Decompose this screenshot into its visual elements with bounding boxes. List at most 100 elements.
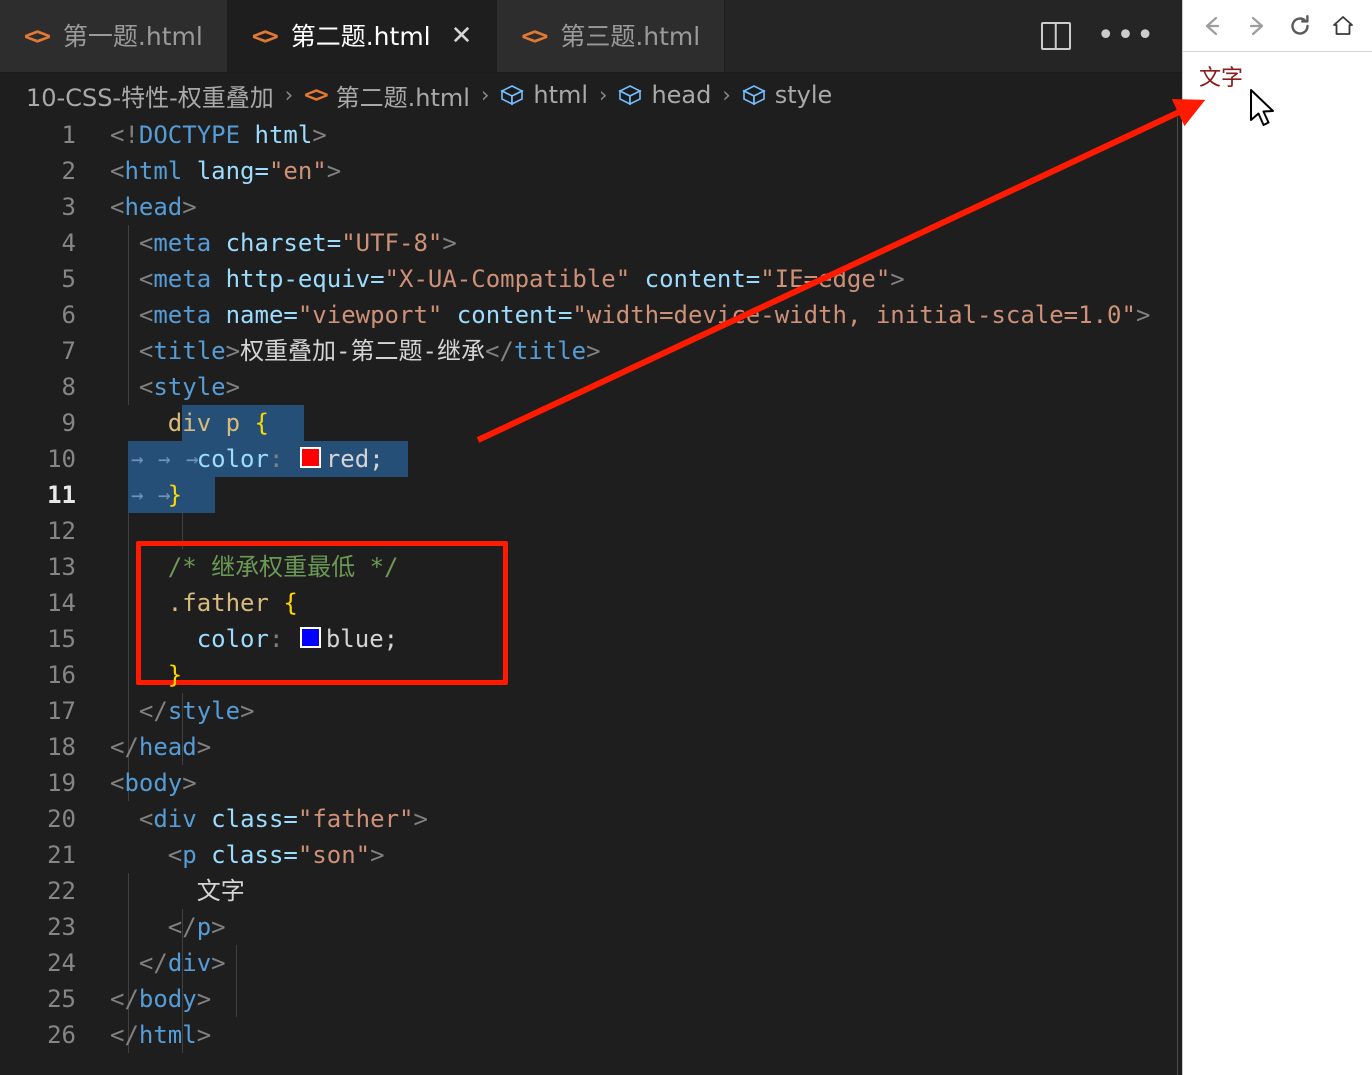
reload-icon[interactable] <box>1285 11 1315 41</box>
code-line[interactable]: 7 <title>权重叠加-第二题-继承</title> <box>0 333 1182 369</box>
line-number: 19 <box>47 769 76 797</box>
preview-paragraph-text: 文字 <box>1199 66 1244 91</box>
code-line[interactable]: 13 /* 继承权重最低 */ <box>0 549 1182 585</box>
tab-third-question[interactable]: <> 第三题.html <box>497 0 726 72</box>
symbol-cube-icon <box>741 84 766 106</box>
token-tag: style <box>167 697 241 725</box>
code-line[interactable]: 24 </div> <box>0 945 1182 981</box>
code-line[interactable]: 9 div p { <box>0 405 1182 441</box>
breadcrumb-item-folder[interactable]: 10-CSS-特性-权重叠加 <box>26 78 274 113</box>
breadcrumb-item-html[interactable]: html <box>500 81 588 109</box>
code-line[interactable]: 22 文字 <box>0 873 1182 909</box>
line-number: 7 <box>61 337 76 365</box>
symbol-cube-icon <box>500 84 525 106</box>
forward-icon[interactable] <box>1241 11 1271 41</box>
token-punc: </ <box>110 1021 139 1049</box>
tab-label: 第三题.html <box>560 21 701 51</box>
code-line[interactable]: 17 </style> <box>0 693 1182 729</box>
code-line[interactable]: 5 <meta http-equiv="X-UA-Compatible" con… <box>0 261 1182 297</box>
token-selector: div p <box>167 409 241 437</box>
token-tag: p <box>196 913 212 941</box>
token-string: "width=device-width, initial-scale=1.0" <box>572 301 1136 329</box>
code-line[interactable]: 2 <html lang="en"> <box>0 153 1182 189</box>
code-line[interactable]: 21 <p class="son"> <box>0 837 1182 873</box>
token-punc: > <box>312 121 327 149</box>
code-line[interactable]: 6 <meta name="viewport" content="width=d… <box>0 297 1182 333</box>
token-tag: body <box>124 769 183 797</box>
code-line[interactable]: 4 <meta charset="UTF-8"> <box>0 225 1182 261</box>
token-property: color <box>196 445 269 473</box>
token-attr: lang= <box>182 157 269 185</box>
code-line[interactable]: 14 .father { <box>0 585 1182 621</box>
code-line[interactable]: 19 <body> <box>0 765 1182 801</box>
token-punc: > <box>225 373 241 401</box>
html-code-icon: <> <box>521 22 548 50</box>
breadcrumb-item-head[interactable]: head <box>618 81 711 109</box>
token-punc: > <box>182 769 197 797</box>
token-attr: http-equiv= <box>211 265 385 293</box>
token-punc: > <box>413 805 428 833</box>
token-punc: > <box>586 337 601 365</box>
breadcrumb-label: head <box>651 81 712 109</box>
color-swatch-blue[interactable] <box>299 627 321 648</box>
line-number: 1 <box>61 121 76 149</box>
back-icon[interactable] <box>1198 11 1228 41</box>
token-punc: </ <box>138 697 168 725</box>
code-line[interactable]: 10 color: red; <box>0 441 1182 477</box>
home-icon[interactable] <box>1328 11 1358 41</box>
token-tag: div <box>153 805 197 833</box>
line-number: 8 <box>61 373 76 401</box>
token-tag: title <box>513 337 587 365</box>
breadcrumb-item-file[interactable]: <> 第二题.html <box>304 78 470 113</box>
token-punc: </ <box>110 733 139 761</box>
code-editor[interactable]: → → → → → 1 <!DOCTYPE html> 2 <html lang… <box>0 117 1182 1075</box>
line-content: <style> <box>92 369 1182 405</box>
more-actions-icon[interactable]: ••• <box>1097 21 1156 51</box>
token-text: 文字 <box>196 877 245 905</box>
breadcrumb-item-style[interactable]: style <box>741 81 832 109</box>
browser-toolbar <box>1183 0 1372 52</box>
token-string: "father" <box>297 805 414 833</box>
code-line[interactable]: 8 <style> <box>0 369 1182 405</box>
token-tag: style <box>153 373 226 401</box>
code-line[interactable]: 3 <head> <box>0 189 1182 225</box>
code-line[interactable]: 1 <!DOCTYPE html> <box>0 117 1182 153</box>
token-punc: < <box>110 157 125 185</box>
code-line[interactable]: 16 } <box>0 657 1182 693</box>
line-number: 6 <box>61 301 76 329</box>
code-line-current[interactable]: 11 } <box>0 477 1182 513</box>
token-punc: < <box>167 841 183 869</box>
line-number: 10 <box>47 445 76 473</box>
token-string: "UTF-8" <box>341 229 443 257</box>
line-number: 12 <box>47 517 76 545</box>
code-line[interactable]: 15 color: blue; <box>0 621 1182 657</box>
token-punc: > <box>370 841 385 869</box>
line-content: } <box>92 657 1182 693</box>
line-number: 24 <box>47 949 76 977</box>
code-line[interactable]: 25 </body> <box>0 981 1182 1017</box>
code-line[interactable]: 12 <box>0 513 1182 549</box>
close-icon[interactable]: ✕ <box>451 23 473 49</box>
line-number: 18 <box>47 733 76 761</box>
token-tag: meta <box>153 229 212 257</box>
line-content: </body> <box>92 981 1182 1017</box>
token-punc: : <box>268 445 298 473</box>
token-attr: html <box>240 121 313 149</box>
code-line[interactable]: 23 </p> <box>0 909 1182 945</box>
code-line[interactable]: 26 </html> <box>0 1017 1182 1053</box>
token-string: "en" <box>268 157 327 185</box>
token-punc: < <box>110 193 125 221</box>
token-punc: > <box>211 949 226 977</box>
tab-second-question[interactable]: <> 第二题.html ✕ <box>227 0 498 72</box>
token-punc: < <box>110 769 125 797</box>
line-number: 5 <box>61 265 76 293</box>
split-editor-icon[interactable] <box>1040 22 1071 50</box>
tab-first-question[interactable]: <> 第一题.html <box>0 0 228 72</box>
color-swatch-red[interactable] <box>299 447 321 468</box>
browser-viewport: 文字 <box>1183 52 1372 1075</box>
code-line[interactable]: 18 </head> <box>0 729 1182 765</box>
token-punc: </ <box>138 949 168 977</box>
line-number: 3 <box>61 193 76 221</box>
code-line[interactable]: 20 <div class="father"> <box>0 801 1182 837</box>
token-attr: class= <box>196 841 298 869</box>
